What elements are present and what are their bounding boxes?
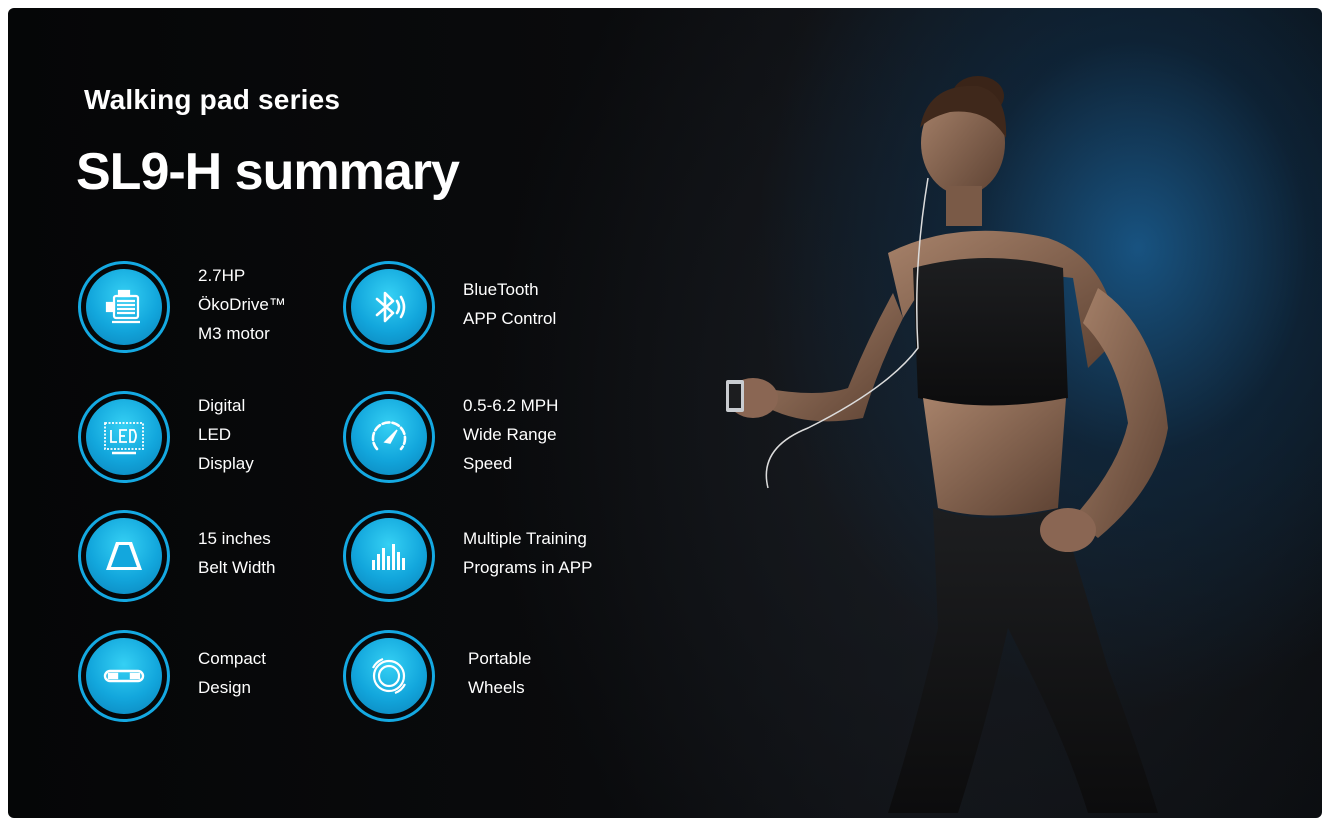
series-subtitle: Walking pad series xyxy=(84,84,341,115)
feature-text: Digital LED Display xyxy=(198,391,254,478)
feature-motor: 2.7HP ÖkoDrive™ M3 motor xyxy=(78,261,358,361)
feature-text: Multiple Training Programs in APP xyxy=(463,524,592,582)
feature-line: Multiple Training xyxy=(463,529,587,548)
feature-line: Wheels xyxy=(468,678,525,697)
feature-training-programs: Multiple Training Programs in APP xyxy=(343,510,623,610)
feature-bluetooth: BlueTooth APP Control xyxy=(343,261,623,361)
product-banner: Walking pad series SL9-H summary 2.7HP Ö… xyxy=(8,8,1322,818)
feature-line: LED xyxy=(198,425,232,444)
feature-text: 0.5-6.2 MPH Wide Range Speed xyxy=(463,391,558,478)
feature-speed: 0.5-6.2 MPH Wide Range Speed xyxy=(343,391,623,491)
feature-line: Speed xyxy=(463,454,513,473)
feature-belt-width: 15 inches Belt Width xyxy=(78,510,358,610)
feature-line: M3 motor xyxy=(198,324,270,343)
wheel-icon xyxy=(343,630,435,722)
feature-text: 15 inches Belt Width xyxy=(198,524,275,582)
feature-led-display: Digital LED Display xyxy=(78,391,358,491)
equalizer-icon xyxy=(343,510,435,602)
feature-line: APP Control xyxy=(463,309,557,328)
feature-line: 2.7HP xyxy=(198,266,246,285)
feature-text: Portable Wheels xyxy=(468,644,531,702)
feature-line: Programs in APP xyxy=(463,558,593,577)
feature-line: Wide Range xyxy=(463,425,557,444)
feature-text: BlueTooth APP Control xyxy=(463,275,556,333)
feature-text: Compact Design xyxy=(198,644,266,702)
compact-design-icon xyxy=(78,630,170,722)
led-display-icon xyxy=(78,391,170,483)
feature-line: 0.5-6.2 MPH xyxy=(463,396,559,415)
feature-line: Portable xyxy=(468,649,532,668)
feature-line: Belt Width xyxy=(198,558,276,577)
motor-icon xyxy=(78,261,170,353)
belt-width-icon xyxy=(78,510,170,602)
feature-line: Display xyxy=(198,454,254,473)
speedometer-icon xyxy=(343,391,435,483)
feature-line: ÖkoDrive™ xyxy=(198,295,286,314)
runner-photo xyxy=(726,76,1168,813)
page-title: SL9-H summary xyxy=(76,143,460,201)
feature-line: BlueTooth xyxy=(463,280,539,299)
feature-line: 15 inches xyxy=(198,529,271,548)
feature-line: Digital xyxy=(198,396,246,415)
feature-portable-wheels: Portable Wheels xyxy=(343,630,623,730)
feature-line: Design xyxy=(198,678,251,697)
feature-compact-design: Compact Design xyxy=(78,630,358,730)
feature-line: Compact xyxy=(198,649,267,668)
feature-text: 2.7HP ÖkoDrive™ M3 motor xyxy=(198,261,286,348)
bluetooth-icon xyxy=(343,261,435,353)
